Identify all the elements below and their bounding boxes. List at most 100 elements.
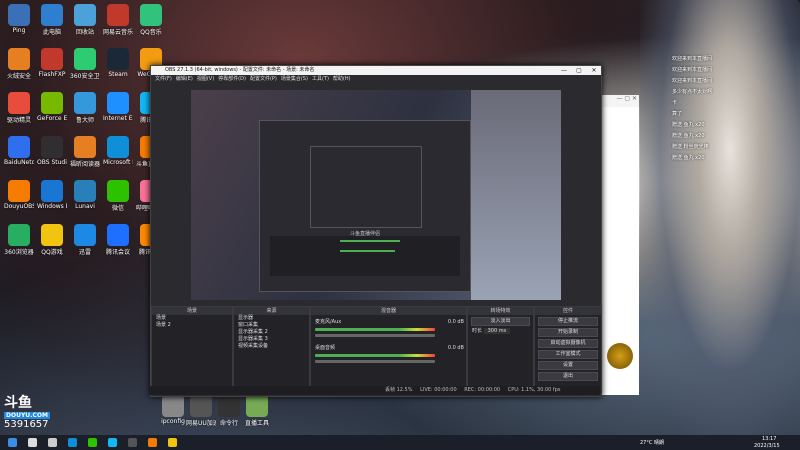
nested-meter-2 — [340, 250, 395, 252]
mixer-channel-name: 桌面音频 — [315, 345, 336, 351]
search-icon[interactable] — [28, 438, 37, 447]
menu-item[interactable]: 配置文件(P) — [250, 76, 277, 82]
obs-preview[interactable]: 斗鱼直播伴侣 — [191, 90, 561, 300]
nested-title: 斗鱼直播伴侣 — [350, 231, 381, 237]
desktop-icon[interactable]: ipconfig — [158, 395, 188, 425]
desktop-icon[interactable]: 腾讯会议 — [103, 224, 133, 256]
desktop-icon[interactable]: 迅雷 — [70, 224, 100, 256]
clock-date[interactable]: 2022/3/15 — [754, 443, 780, 449]
obs-status-bar: 丢帧 12.5% LIVE: 00:00:00 REC: 00:00:00 CP… — [150, 386, 600, 395]
desktop-icon[interactable]: QQ游戏 — [37, 224, 67, 256]
wechat-icon[interactable] — [88, 438, 97, 447]
control-button[interactable]: 退出 — [538, 372, 598, 381]
source-item[interactable]: 显示器 — [234, 315, 309, 322]
app-icon — [74, 48, 96, 70]
desktop-icon[interactable]: 直播工具 — [242, 395, 272, 427]
mixer-dock[interactable]: 混音器 麦克风/Aux 0.0 dB 桌面音频 0.0 dB — [310, 306, 467, 394]
douyu-companion-window[interactable]: — ▢ ✕ — [600, 95, 639, 395]
desktop-icon[interactable]: 360浏览器 — [4, 224, 34, 256]
transition-type-select[interactable]: 淡入淡出 — [471, 317, 530, 326]
desktop-icon[interactable]: 此电脑 — [37, 4, 67, 36]
menu-item[interactable]: 编辑(E) — [176, 76, 193, 82]
scenes-dock[interactable]: 场景 场景 场景 2 — [151, 306, 233, 394]
desktop-icon[interactable]: 网易UU加速器 — [186, 395, 216, 427]
minimize-button[interactable]: — — [557, 66, 571, 75]
window-controls[interactable]: — ▢ ✕ — [601, 95, 639, 107]
status-drop: 丢帧 12.5% — [385, 387, 413, 393]
desktop-icon-label: 回收站 — [75, 29, 94, 36]
volume-slider[interactable] — [315, 334, 435, 337]
scene-item[interactable]: 场景 2 — [152, 322, 232, 329]
transitions-dock[interactable]: 转场特效 淡入淡出 时长 300 ms — [467, 306, 534, 394]
source-item[interactable]: 窗口采集 — [234, 322, 309, 329]
app-icon — [8, 224, 30, 246]
app-icon — [107, 92, 129, 114]
desktop-icon[interactable]: Steam — [103, 48, 133, 78]
desktop-icon[interactable]: GeForce Experience — [37, 92, 67, 122]
control-button[interactable]: 工作室模式 — [538, 350, 598, 359]
app-icon — [190, 395, 212, 417]
obs-title-bar[interactable]: OBS 27.1.3 (64-bit, windows) - 配置文件: 未命名… — [151, 66, 601, 75]
nested-meter — [340, 240, 400, 242]
desktop-icon-label: 网易UU加速器 — [186, 420, 216, 427]
app-icon — [74, 4, 96, 26]
desktop-icon[interactable]: 360安全卫士 — [70, 48, 100, 80]
desktop-icon[interactable]: BaiduNetdisk — [4, 136, 34, 166]
explorer-icon[interactable] — [168, 438, 177, 447]
qq-icon[interactable] — [108, 438, 117, 447]
desktop-icon[interactable]: 微信 — [103, 180, 133, 212]
sources-dock[interactable]: 来源 显示器 窗口采集 显示器采集 2 显示器采集 3 视频采集设备 — [233, 306, 310, 394]
desktop-icon[interactable]: Microsoft Edge — [103, 136, 133, 166]
volume-meter — [315, 328, 435, 331]
weather-widget[interactable]: 27°C 晴朗 — [640, 439, 664, 446]
control-button[interactable]: 启动虚拟摄像机 — [538, 339, 598, 348]
source-item[interactable]: 显示器采集 2 — [234, 329, 309, 336]
desktop-icon[interactable]: OBS Studio — [37, 136, 67, 166]
desktop-icon[interactable]: Internet Explorer — [103, 92, 133, 122]
desktop-icon[interactable]: 火绒安全 — [4, 48, 34, 80]
obs-icon[interactable] — [128, 438, 137, 447]
desktop-icon[interactable]: 回收站 — [70, 4, 100, 36]
scene-item[interactable]: 场景 — [152, 315, 232, 322]
desktop-icon[interactable]: 福昕阅读器 — [70, 136, 100, 168]
desktop-icon[interactable]: 命令行 — [214, 395, 244, 427]
douyu-icon[interactable] — [148, 438, 157, 447]
desktop-icon[interactable]: 鲁大师 — [70, 92, 100, 124]
app-icon — [107, 4, 129, 26]
menu-item[interactable]: 停靠部件(D) — [218, 76, 246, 82]
desktop-icon-label: 此电脑 — [42, 29, 61, 36]
menu-item[interactable]: 视图(V) — [197, 76, 214, 82]
volume-slider[interactable] — [315, 360, 435, 363]
desktop-icon[interactable]: 驱动精灵 — [4, 92, 34, 124]
close-button[interactable]: ✕ — [587, 66, 601, 75]
desktop-icon-label: BaiduNetdisk — [4, 159, 34, 166]
edge-icon[interactable] — [68, 438, 77, 447]
desktop-icon[interactable]: QQ音乐 — [136, 4, 166, 36]
mixer-channel-level: 0.0 dB — [447, 319, 464, 325]
control-button[interactable]: 停止推流 — [538, 317, 598, 326]
desktop-icon[interactable]: Ping — [4, 4, 34, 34]
desktop-icon[interactable]: DouyuOBS — [4, 180, 34, 210]
menu-item[interactable]: 工具(T) — [312, 76, 329, 82]
transition-duration[interactable]: 时长 300 ms — [468, 328, 533, 335]
control-button[interactable]: 开始录制 — [538, 328, 598, 337]
maximize-button[interactable]: ▢ — [572, 66, 586, 75]
desktop-icon[interactable]: FlashFXP — [37, 48, 67, 78]
desktop-icon[interactable]: 网易云音乐 — [103, 4, 133, 36]
obs-window[interactable]: OBS 27.1.3 (64-bit, windows) - 配置文件: 未命名… — [150, 65, 602, 397]
source-item[interactable]: 视频采集设备 — [234, 343, 309, 350]
task-view-icon[interactable] — [48, 438, 57, 447]
control-button[interactable]: 设置 — [538, 361, 598, 370]
menu-item[interactable]: 场景集合(S) — [281, 76, 308, 82]
menu-item[interactable]: 帮助(H) — [333, 76, 351, 82]
app-icon — [41, 136, 63, 158]
menu-item[interactable]: 文件(F) — [155, 76, 172, 82]
source-item[interactable]: 显示器采集 3 — [234, 336, 309, 343]
controls-dock[interactable]: 控件 停止推流 开始录制 启动虚拟摄像机 工作室模式 设置 退出 — [534, 306, 602, 394]
desktop-icon[interactable]: Lunavi — [70, 180, 100, 210]
start-icon[interactable] — [8, 438, 17, 447]
app-icon — [41, 48, 63, 70]
desktop-icon[interactable]: Windows Media — [37, 180, 67, 210]
app-icon — [140, 4, 162, 26]
clock-time[interactable]: 13:17 — [762, 436, 776, 442]
